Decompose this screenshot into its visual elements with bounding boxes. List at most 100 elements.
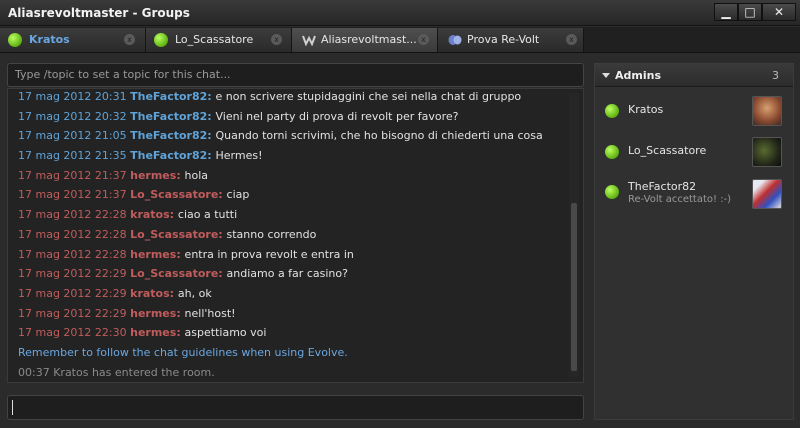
message-nick[interactable]: TheFactor82 (130, 129, 207, 142)
message-timestamp: 17 mag 2012 22:29 (18, 306, 127, 320)
message-timestamp: 17 mag 2012 21:35 (18, 149, 127, 163)
message-nick[interactable]: hermes (130, 248, 176, 261)
message-text: Hermes! (215, 149, 263, 163)
message-nick[interactable]: kratos (130, 208, 170, 221)
lo-scassatore-avatar[interactable] (752, 137, 782, 167)
online-status-icon (605, 104, 619, 118)
message-nick[interactable]: Lo_Scassatore (130, 188, 218, 201)
message-text: andiamo a far casino? (226, 267, 348, 281)
tab-close-icon[interactable]: x (418, 34, 429, 45)
chat-message: 17 mag 2012 20:31 TheFactor82: e non scr… (18, 89, 563, 107)
tab-close-icon[interactable]: x (271, 34, 282, 45)
nick-separator: : (207, 149, 216, 163)
admins-panel: Admins 3 Kratos Lo_Scassatore TheFactor8… (594, 63, 794, 420)
tab-label: Lo_Scassatore (175, 33, 254, 46)
nick-separator: : (207, 129, 216, 143)
message-nick[interactable]: TheFactor82 (130, 90, 207, 103)
tab-close-icon[interactable]: x (566, 34, 577, 45)
member-thefactor82[interactable]: TheFactor82 Re-Volt accettato! :-) (595, 176, 793, 216)
tab-label: Prova Re-Volt (467, 33, 540, 46)
message-timestamp: 17 mag 2012 20:31 (18, 90, 127, 103)
notice-text: Kratos has entered the room. (53, 365, 215, 379)
nick-separator: : (218, 267, 227, 281)
message-nick[interactable]: hermes (130, 169, 176, 182)
message-nick[interactable]: hermes (130, 326, 176, 339)
tab-close-icon[interactable]: x (124, 34, 135, 45)
message-list: 17 mag 2012 20:31 TheFactor82: e non scr… (18, 89, 563, 382)
member-name: TheFactor82 (628, 180, 697, 193)
member-name: Kratos (628, 103, 664, 116)
nick-separator: : (218, 188, 227, 202)
member-name: Lo_Scassatore (628, 144, 707, 157)
scrollbar-thumb[interactable] (571, 203, 577, 371)
game-group-icon (448, 35, 462, 45)
topic-input[interactable]: Type /topic to set a topic for this chat… (7, 63, 584, 87)
nick-separator: : (207, 109, 216, 123)
collapse-arrow-icon[interactable] (602, 73, 610, 78)
topic-placeholder: Type /topic to set a topic for this chat… (15, 68, 231, 81)
nick-separator: : (207, 90, 216, 103)
message-timestamp: 17 mag 2012 21:37 (18, 168, 127, 182)
chat-message: 17 mag 2012 22:28 hermes: entra in prova… (18, 245, 563, 265)
chat-message: 17 mag 2012 22:29 kratos: ah, ok (18, 284, 563, 304)
member-lo-scassatore[interactable]: Lo_Scassatore (595, 134, 793, 174)
message-text: hola (184, 168, 209, 182)
room-entered-notice: 00:37 Kratos has entered the room. (18, 363, 563, 382)
message-timestamp: 17 mag 2012 22:29 (18, 267, 127, 281)
nick-separator: : (169, 286, 178, 300)
chat-scrollbar[interactable] (569, 93, 579, 377)
admins-count: 3 (772, 69, 779, 82)
kratos-avatar[interactable] (752, 96, 782, 126)
member-status: Re-Volt accettato! :-) (628, 194, 732, 205)
nick-separator: : (176, 168, 185, 182)
message-nick[interactable]: TheFactor82 (130, 149, 207, 162)
maximize-button[interactable]: □ (738, 3, 762, 21)
chat-message: 17 mag 2012 21:05 TheFactor82: Quando to… (18, 126, 563, 146)
chat-message: 17 mag 2012 21:37 Lo_Scassatore: ciap (18, 185, 563, 205)
tab-bar: Kratos x Lo_Scassatore x Aliasrevoltmast… (0, 27, 800, 53)
minimize-button[interactable]: ▁ (714, 3, 738, 21)
tab-label: Aliasrevoltmast... (321, 33, 417, 46)
message-timestamp: 17 mag 2012 21:37 (18, 188, 127, 202)
thefactor82-avatar[interactable] (752, 179, 782, 209)
chat-log[interactable]: 17 mag 2012 20:31 TheFactor82: e non scr… (7, 88, 584, 383)
tab-aliasrevoltmaster[interactable]: Aliasrevoltmast... x (292, 28, 438, 52)
online-status-icon (605, 145, 619, 159)
message-text: aspettiamo voi (184, 326, 267, 340)
message-text: stanno correndo (226, 227, 317, 241)
chat-message: 17 mag 2012 22:28 Lo_Scassatore: stanno … (18, 225, 563, 245)
message-nick[interactable]: Lo_Scassatore (130, 228, 218, 241)
chat-message: 17 mag 2012 22:29 hermes: nell'host! (18, 304, 563, 324)
message-text: entra in prova revolt e entra in (184, 247, 354, 261)
tab-prova-re-volt[interactable]: Prova Re-Volt x (438, 28, 584, 52)
title-bar: Aliasrevoltmaster - Groups ▁ □ ✕ (0, 0, 800, 26)
message-input[interactable] (7, 395, 584, 420)
nick-separator: : (176, 326, 185, 340)
message-nick[interactable]: TheFactor82 (130, 110, 207, 123)
nick-separator: : (176, 306, 185, 320)
close-button[interactable]: ✕ (762, 3, 796, 21)
tab-lo-scassatore[interactable]: Lo_Scassatore x (146, 28, 292, 52)
chat-message: 17 mag 2012 21:37 hermes: hola (18, 166, 563, 186)
message-nick[interactable]: Lo_Scassatore (130, 267, 218, 280)
member-kratos[interactable]: Kratos (595, 93, 793, 133)
message-text: Quando torni scrivimi, che ho bisogno di… (215, 129, 543, 143)
nick-separator: : (218, 227, 227, 241)
message-nick[interactable]: hermes (130, 307, 176, 320)
message-timestamp: 17 mag 2012 22:28 (18, 208, 127, 222)
message-text: nell'host! (184, 306, 236, 320)
online-status-icon (605, 185, 619, 199)
message-text: Vieni nel party di prova di revolt per f… (215, 109, 459, 123)
tab-kratos[interactable]: Kratos x (0, 28, 146, 52)
message-text: ciao a tutti (177, 208, 238, 222)
notice-time: 00:37 (18, 365, 50, 379)
chat-message: 17 mag 2012 21:35 TheFactor82: Hermes! (18, 146, 563, 166)
message-timestamp: 17 mag 2012 22:28 (18, 247, 127, 261)
tab-label: Kratos (29, 33, 70, 46)
window-title: Aliasrevoltmaster - Groups (8, 6, 190, 20)
message-timestamp: 17 mag 2012 22:30 (18, 326, 127, 340)
admins-header[interactable]: Admins 3 (595, 64, 793, 87)
chat-message: 17 mag 2012 22:28 kratos: ciao a tutti (18, 205, 563, 225)
message-nick[interactable]: kratos (130, 287, 170, 300)
system-message: Remember to follow the chat guidelines w… (18, 345, 348, 359)
